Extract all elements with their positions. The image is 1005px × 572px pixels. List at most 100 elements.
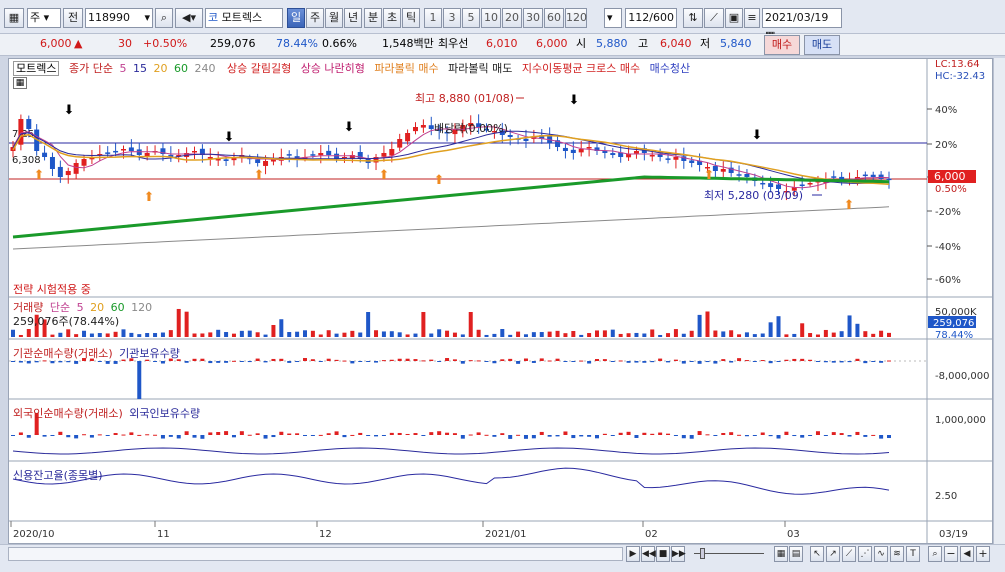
- settings-icon[interactable]: ≡: [744, 8, 760, 28]
- foreign-bar: [358, 432, 363, 435]
- table-icon[interactable]: ▦: [13, 77, 27, 89]
- horizontal-scrollbar[interactable]: [8, 547, 623, 561]
- stock-name-field[interactable]: 코 모트렉스: [205, 8, 283, 28]
- zoom-icon[interactable]: ⌕: [928, 546, 942, 562]
- ma5-label: 5: [119, 62, 127, 75]
- chart-type-icon[interactable]: ▦: [4, 8, 24, 28]
- speaker-icon[interactable]: ◀▾: [175, 8, 203, 28]
- inst-holding-name[interactable]: 기관보유수량: [119, 347, 180, 360]
- credit-tick-label: 2.50: [935, 491, 957, 502]
- candle-body: [807, 183, 813, 185]
- fib-icon[interactable]: ≋: [890, 546, 904, 562]
- sell-signal-arrow: ⬇: [64, 103, 75, 118]
- zoom-out-icon[interactable]: −: [944, 546, 958, 562]
- text-icon[interactable]: T: [906, 546, 920, 562]
- inst-bar: [871, 361, 876, 362]
- candle-body: [586, 147, 592, 149]
- inst-bar: [658, 358, 663, 361]
- period-week[interactable]: 주: [306, 8, 324, 28]
- search-icon[interactable]: ⌕: [155, 8, 173, 28]
- candle-body: [420, 125, 426, 128]
- cursor-icon[interactable]: ↖: [810, 546, 824, 562]
- candle-body: [128, 147, 134, 151]
- foreign-bar: [666, 433, 671, 435]
- buy-button[interactable]: 매수: [764, 35, 800, 55]
- foreign-holding-name[interactable]: 외국인보유수량: [129, 407, 200, 420]
- credit-pane-name[interactable]: 신용잔고율(종목별): [13, 467, 103, 483]
- vertical-scrollbar[interactable]: [993, 58, 1005, 544]
- candle-body: [18, 119, 24, 145]
- foreign-bar: [744, 435, 749, 437]
- period-year[interactable]: 년: [344, 8, 362, 28]
- candle-body: [570, 149, 576, 153]
- grid-icon[interactable]: ▦: [774, 546, 788, 562]
- layout-icon[interactable]: ▤: [789, 546, 803, 562]
- code-input[interactable]: 118990 ▾: [85, 8, 153, 28]
- interval-30[interactable]: 30: [523, 8, 543, 28]
- price-pane-name[interactable]: 모트렉스: [13, 61, 60, 76]
- interval-120[interactable]: 120: [565, 8, 587, 28]
- sell-signal-arrow: ⬇: [344, 120, 355, 135]
- interval-5[interactable]: 5: [462, 8, 480, 28]
- interval-3[interactable]: 3: [443, 8, 461, 28]
- signal-ema-cross: 지수이동평균 크로스 매수: [521, 62, 641, 75]
- volume-bar: [437, 329, 442, 337]
- low-annotation: 최저 5,280 (03/09): [704, 189, 803, 202]
- interval-10[interactable]: 10: [481, 8, 501, 28]
- period-minute[interactable]: 분: [364, 8, 382, 28]
- foreign-bar: [105, 435, 110, 436]
- inst-bar: [823, 361, 828, 363]
- market-select[interactable]: 주 ▾: [27, 8, 61, 28]
- data-count-field[interactable]: 112/600: [625, 8, 677, 28]
- scroll-right-icon[interactable]: ▶: [626, 546, 640, 562]
- volume-bar: [445, 330, 450, 337]
- inst-pane-name[interactable]: 기관순매수량(거래소): [13, 347, 113, 360]
- zoom-in-icon[interactable]: +: [976, 546, 990, 562]
- fan-icon[interactable]: ⋰: [858, 546, 872, 562]
- volume-bar: [389, 331, 394, 337]
- forward-icon[interactable]: ▶▶: [671, 546, 686, 562]
- interval-1[interactable]: 1: [424, 8, 442, 28]
- interval-custom-select[interactable]: ▾: [604, 8, 622, 28]
- volume-bar: [500, 329, 505, 337]
- period-tick[interactable]: 틱: [402, 8, 420, 28]
- sell-button[interactable]: 매도: [804, 35, 840, 55]
- period-second[interactable]: 초: [383, 8, 401, 28]
- volume-bar: [82, 330, 87, 337]
- scroll-left-icon[interactable]: ◀: [960, 546, 974, 562]
- draw-line-icon[interactable]: ⟋: [704, 8, 724, 28]
- date-field[interactable]: 2021/03/19 ▦: [762, 8, 842, 42]
- foreign-pane-name[interactable]: 외국인순매수량(거래소): [13, 407, 123, 420]
- volume-bar: [334, 333, 339, 337]
- zoom-slider-handle[interactable]: [700, 548, 705, 559]
- trend-icon[interactable]: ⟋: [842, 546, 856, 562]
- stop-icon[interactable]: ■: [656, 546, 670, 562]
- period-month[interactable]: 월: [325, 8, 343, 28]
- period-day[interactable]: 일: [287, 8, 305, 28]
- foreign-bar: [768, 435, 773, 437]
- inst-bar: [247, 361, 252, 363]
- interval-60[interactable]: 60: [544, 8, 564, 28]
- chart-area[interactable]: 40%20%0%-20%-40%-60%7,256,308⬇⬇⬇⬇⬇⬆⬆⬆⬆⬆⬆…: [8, 58, 994, 545]
- volume-bar: [752, 334, 757, 337]
- inst-bar: [642, 361, 647, 363]
- buy-signal-arrow: ⬆: [379, 168, 390, 183]
- wave-icon[interactable]: ∿: [874, 546, 888, 562]
- inst-bar: [413, 359, 418, 361]
- inst-bar: [231, 360, 236, 362]
- volume-bar: [847, 315, 852, 337]
- volume-bar: [192, 333, 197, 337]
- compare-icon[interactable]: ⇅: [683, 8, 703, 28]
- arrow-icon[interactable]: ↗: [826, 546, 840, 562]
- foreign-bar: [263, 435, 268, 439]
- save-icon[interactable]: ▣: [725, 8, 743, 28]
- foreign-bar: [760, 432, 765, 435]
- volume-bar: [760, 333, 765, 337]
- prev-button[interactable]: 전: [63, 8, 83, 28]
- interval-20[interactable]: 20: [502, 8, 522, 28]
- rewind-icon[interactable]: ◀◀: [641, 546, 656, 562]
- x-axis-label: 11: [157, 529, 170, 540]
- foreign-bar: [689, 435, 694, 439]
- volume-bar: [208, 332, 213, 337]
- inst-bar: [595, 359, 599, 361]
